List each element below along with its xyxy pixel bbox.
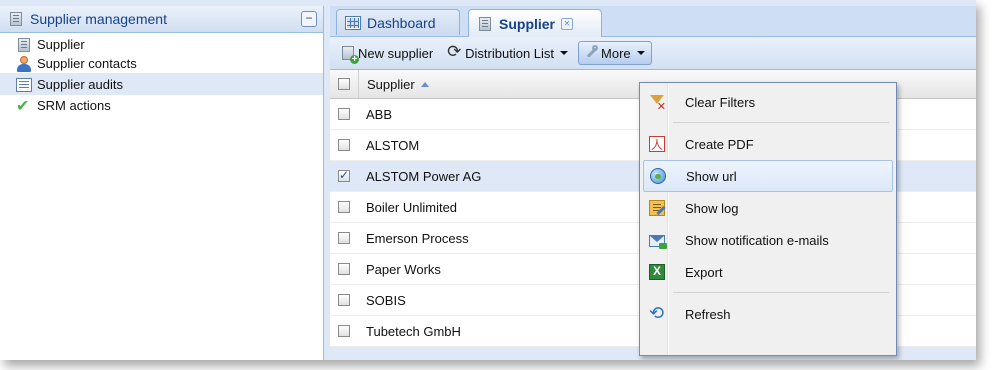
new-supplier-label: New supplier	[358, 45, 434, 61]
column-header-supplier[interactable]: Supplier	[358, 70, 429, 98]
menu-item-label: Show log	[685, 200, 739, 216]
supplier-name-cell: SOBIS	[366, 292, 406, 308]
menu-item-show-url[interactable]: Show url	[643, 160, 893, 192]
supplier-name-cell: Emerson Process	[366, 230, 469, 246]
menu-item-show-notification-emails[interactable]: Show notification e-mails	[643, 224, 893, 256]
new-supplier-button[interactable]: New supplier	[336, 41, 437, 65]
supplier-name-cell: ABB	[366, 106, 393, 122]
new-supplier-icon	[342, 46, 359, 64]
select-all-cell	[330, 78, 358, 90]
panel-header: Supplier management −	[0, 6, 323, 33]
menu-item-refresh[interactable]: Refresh	[643, 298, 893, 330]
tree-item-supplier[interactable]: Supplier	[0, 33, 323, 54]
menu-item-export[interactable]: Export	[643, 256, 893, 288]
tree-item-label: SRM actions	[37, 98, 111, 113]
menu-separator	[643, 118, 893, 128]
more-label: More	[601, 45, 631, 61]
distribution-list-label: Distribution List	[465, 45, 555, 61]
menu-item-show-log[interactable]: Show log	[643, 192, 893, 224]
row-checkbox-cell	[330, 325, 358, 337]
row-checkbox[interactable]	[338, 108, 350, 120]
collapse-button[interactable]: −	[301, 11, 317, 27]
column-header-label: Supplier	[367, 76, 415, 92]
building-icon	[479, 16, 491, 31]
menu-item-label: Show notification e-mails	[685, 232, 829, 248]
more-button[interactable]: More	[578, 41, 652, 65]
row-checkbox-cell	[330, 294, 358, 306]
chevron-down-icon	[636, 51, 645, 55]
excel-icon	[649, 264, 665, 280]
tab-dashboard[interactable]: Dashboard	[336, 9, 460, 35]
panel-title: Supplier management	[30, 11, 167, 27]
globe-icon	[650, 168, 666, 184]
row-checkbox[interactable]	[338, 294, 350, 306]
row-checkbox[interactable]	[338, 139, 350, 151]
building-icon	[18, 37, 30, 52]
menu-item-label: Show url	[686, 168, 737, 184]
refresh-icon	[649, 303, 665, 324]
row-checkbox[interactable]	[338, 325, 350, 337]
pdf-icon	[649, 136, 665, 153]
more-dropdown-menu: Clear Filters Create PDF Show url Show l…	[639, 82, 897, 356]
supplier-name-cell: Boiler Unlimited	[366, 199, 458, 215]
distribution-list-button[interactable]: Distribution List	[443, 41, 572, 65]
tab-bar: Dashboard Supplier ✕	[330, 6, 976, 37]
tree-item-srm-actions[interactable]: SRM actions	[0, 95, 323, 116]
tab-label: Supplier	[499, 15, 556, 32]
row-checkbox[interactable]	[338, 168, 350, 182]
tree-item-label: Supplier	[37, 37, 85, 52]
row-checkbox-cell	[330, 139, 358, 151]
row-checkbox-cell	[330, 263, 358, 275]
row-checkbox-cell	[330, 168, 358, 182]
checkmark-icon	[16, 96, 32, 115]
menu-separator	[643, 288, 893, 298]
supplier-name-cell: ALSTOM Power AG	[366, 168, 482, 184]
person-icon	[16, 55, 32, 72]
menu-item-label: Clear Filters	[685, 94, 756, 110]
wrench-icon	[583, 45, 599, 61]
list-icon	[16, 77, 32, 92]
app-window: Supplier management − Supplier Supplier …	[0, 0, 976, 360]
tab-supplier[interactable]: Supplier ✕	[468, 9, 602, 37]
menu-item-label: Refresh	[685, 306, 731, 322]
menu-item-label: Export	[685, 264, 723, 280]
row-checkbox[interactable]	[338, 232, 350, 244]
row-checkbox[interactable]	[338, 201, 350, 213]
chevron-down-icon	[560, 51, 569, 55]
mail-icon	[649, 235, 667, 249]
tab-label: Dashboard	[367, 14, 436, 31]
toolbar: New supplier Distribution List More	[330, 37, 976, 70]
tree-item-label: Supplier contacts	[37, 56, 137, 71]
row-checkbox[interactable]	[338, 263, 350, 275]
log-icon	[649, 200, 665, 216]
close-icon[interactable]: ✕	[561, 17, 574, 30]
left-navigation-panel: Supplier management − Supplier Supplier …	[0, 6, 324, 360]
building-icon	[10, 12, 22, 26]
tree-item-supplier-audits[interactable]: Supplier audits	[0, 73, 323, 95]
supplier-name-cell: ALSTOM	[366, 137, 420, 153]
menu-item-create-pdf[interactable]: Create PDF	[643, 128, 893, 160]
clear-filter-icon	[649, 94, 666, 113]
sort-ascending-icon	[420, 81, 429, 87]
row-checkbox-cell	[330, 201, 358, 213]
distribution-icon	[447, 42, 463, 62]
menu-item-clear-filters[interactable]: Clear Filters	[643, 86, 893, 118]
select-all-checkbox[interactable]	[338, 78, 350, 90]
row-checkbox-cell	[330, 108, 358, 120]
tree-item-supplier-contacts[interactable]: Supplier contacts	[0, 54, 323, 73]
row-checkbox-cell	[330, 232, 358, 244]
supplier-name-cell: Paper Works	[366, 261, 441, 277]
grid-icon	[345, 16, 361, 30]
supplier-name-cell: Tubetech GmbH	[366, 323, 461, 339]
menu-item-label: Create PDF	[685, 136, 754, 152]
tree-item-label: Supplier audits	[37, 76, 123, 92]
